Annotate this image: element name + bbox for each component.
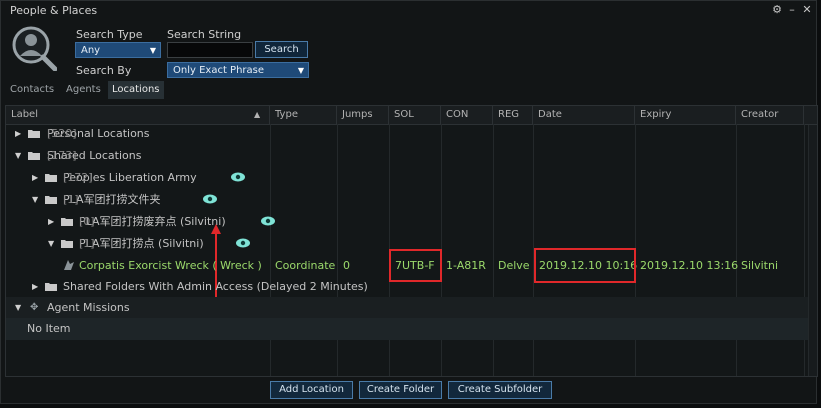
tree-row-pla-folder[interactable]: ▼ PLA军团打捞文件夹 [1] — [6, 189, 817, 211]
column-header-sol[interactable]: SOL — [389, 106, 441, 124]
people-and-places-window: People & Places ⚙ – ✕ Search Type Any ▼ … — [0, 0, 818, 404]
table-row-empty: No Item — [6, 318, 817, 340]
column-header-expiry[interactable]: Expiry — [635, 106, 736, 124]
people-search-icon — [12, 26, 57, 71]
folder-label: Shared Folders With Admin Access (Delaye… — [63, 280, 368, 293]
chevron-down-icon: ▼ — [297, 66, 304, 75]
cell-reg: Delve — [498, 259, 530, 272]
collapse-down-icon[interactable]: ▼ — [15, 297, 21, 319]
tree-row-admin-folders[interactable]: ▶ Shared Folders With Admin Access (Dela… — [6, 276, 817, 298]
create-subfolder-button[interactable]: Create Subfolder — [448, 381, 552, 399]
search-by-label: Search By — [76, 64, 132, 77]
folder-name: PLA军团打捞点 (Silvitni) — [79, 237, 204, 250]
locations-table: Label ▲ Type Jumps SOL CON REG Date Expi… — [5, 105, 818, 377]
expand-right-icon[interactable]: ▶ — [48, 211, 54, 233]
eye-icon[interactable] — [230, 168, 246, 190]
tree-row-personal-locations[interactable]: ▶ Personal Locations [520] — [6, 123, 817, 145]
column-header-reg[interactable]: REG — [493, 106, 533, 124]
tree-row-agent-missions[interactable]: ▼ ✥ Agent Missions — [6, 297, 817, 319]
add-location-button[interactable]: Add Location — [270, 381, 353, 399]
item-count: [1] — [79, 237, 95, 250]
column-header-text: Label — [11, 109, 38, 120]
folder-name: PLA军团打捞废弃点 (Silvitni) — [79, 215, 226, 228]
column-header-con[interactable]: CON — [441, 106, 493, 124]
tree-row-pla-abandoned[interactable]: ▶ PLA军团打捞废弃点 (Silvitni) [0] — [6, 211, 817, 233]
empty-label: No Item — [27, 322, 71, 335]
cell-con: 1-A81R — [446, 259, 486, 272]
tree-row-shared-locations[interactable]: ▼ Shared Locations [173] — [6, 145, 817, 167]
search-type-select[interactable]: Any ▼ — [75, 42, 161, 58]
column-header-creator[interactable]: Creator — [736, 106, 804, 124]
bookmark-label: Corpatis Exorcist Wreck ( Wreck ) — [79, 259, 262, 272]
window-title: People & Places — [10, 4, 98, 17]
search-string-input[interactable] — [167, 42, 253, 58]
column-header-type[interactable]: Type — [270, 106, 337, 124]
item-count: [172] — [63, 171, 93, 184]
sort-ascending-icon: ▲ — [254, 110, 261, 119]
item-count: [173] — [47, 149, 77, 162]
title-bar[interactable]: People & Places ⚙ – ✕ — [1, 1, 816, 21]
close-icon[interactable]: ✕ — [800, 3, 814, 17]
column-header-jumps[interactable]: Jumps — [337, 106, 389, 124]
agent-missions-icon: ✥ — [30, 302, 39, 313]
folder-icon — [61, 234, 73, 256]
settings-icon[interactable]: ⚙ — [770, 3, 784, 17]
cell-creator: Silvitni — [741, 259, 779, 272]
folder-icon — [61, 212, 73, 234]
collapse-down-icon[interactable]: ▼ — [32, 189, 38, 211]
shared-folder-icon — [45, 277, 57, 299]
eye-icon[interactable] — [260, 212, 276, 234]
create-folder-button[interactable]: Create Folder — [359, 381, 442, 399]
expand-right-icon[interactable]: ▶ — [32, 167, 38, 189]
tab-locations[interactable]: Locations — [108, 81, 164, 99]
folder-icon — [28, 146, 40, 168]
expand-right-icon[interactable]: ▶ — [15, 123, 21, 145]
tree-row-peoples-liberation-army[interactable]: ▶ Peoples Liberation Army [172] — [6, 167, 817, 189]
eye-icon[interactable] — [235, 234, 251, 256]
search-by-select[interactable]: Only Exact Phrase ▼ — [167, 62, 309, 78]
cell-type: Coordinate — [275, 259, 336, 272]
search-string-label: Search String — [167, 28, 242, 41]
cell-jumps: 0 — [343, 259, 350, 272]
cell-expiry: 2019.12.10 13:16 — [640, 259, 739, 272]
column-header-date[interactable]: Date — [533, 106, 635, 124]
minimize-icon[interactable]: – — [785, 3, 799, 17]
item-count: [520] — [47, 127, 77, 140]
folder-label: Agent Missions — [47, 301, 130, 314]
tab-contacts[interactable]: Contacts — [6, 81, 58, 99]
expand-right-icon[interactable]: ▶ — [32, 276, 38, 298]
item-count: [1] — [63, 193, 79, 206]
vertical-scrollbar[interactable] — [808, 125, 817, 376]
eye-icon[interactable] — [202, 190, 218, 212]
folder-icon — [45, 190, 57, 212]
chevron-down-icon: ▼ — [149, 46, 156, 55]
search-type-label: Search Type — [76, 28, 143, 41]
search-type-value: Any — [81, 45, 101, 56]
search-button[interactable]: Search — [255, 41, 308, 58]
item-count: [0] — [79, 215, 95, 228]
collapse-down-icon[interactable]: ▼ — [48, 233, 54, 255]
tab-agents[interactable]: Agents — [62, 81, 105, 99]
collapse-down-icon[interactable]: ▼ — [15, 145, 21, 167]
folder-icon — [28, 124, 40, 146]
shared-folder-icon — [45, 168, 57, 190]
column-header-label[interactable]: Label ▲ — [6, 106, 270, 124]
search-by-value: Only Exact Phrase — [173, 65, 265, 76]
